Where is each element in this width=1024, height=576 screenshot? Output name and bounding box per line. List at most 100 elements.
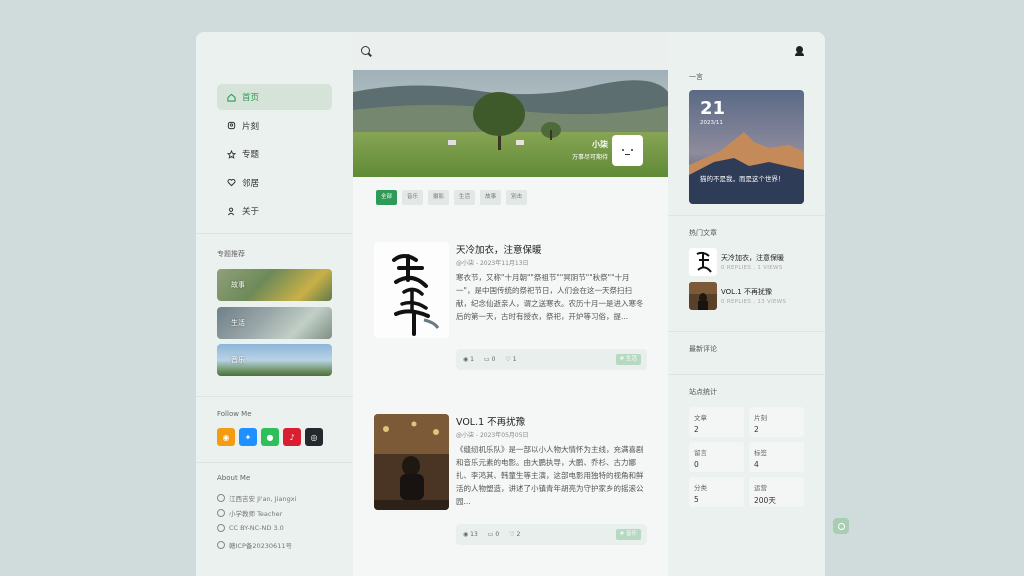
tab-all[interactable]: 全部	[376, 190, 398, 205]
stat-categories: 分类 5	[689, 477, 744, 507]
nav-label: 关于	[242, 207, 260, 218]
main-content: 小柒 万事尽可期待 全部 音乐 摄影 生活 故事 別击 天冷加衣，注意保暖 @小…	[353, 32, 668, 576]
theme-toggle-button[interactable]	[833, 518, 849, 534]
stat-messages: 留言 0	[689, 442, 744, 472]
hot-title: 热门文章	[689, 229, 717, 237]
calligraphy-image	[392, 254, 440, 336]
post-excerpt: 《缝纫机乐队》是一部以小人物大情怀为主线，充满喜剧和音乐元素的电影。由大鹏执导，…	[456, 445, 644, 506]
nav-item-home[interactable]: 首页	[217, 84, 332, 110]
about-title: About Me	[217, 474, 251, 482]
post-meta: @小柒 - 2023年05月05日	[456, 432, 529, 439]
nav-label: 专题	[242, 150, 260, 161]
tab-other[interactable]: 別击	[506, 190, 528, 205]
tab-story[interactable]: 故事	[480, 190, 502, 205]
post-footer: ◉ 13 ▭ 0 ♡ 2 # 音乐	[456, 524, 647, 545]
post-footer: ◉ 1 ▭ 0 ♡ 1 # 生活	[456, 349, 647, 370]
topics-title: 专题推荐	[217, 250, 245, 258]
site-stats: 文章 2 片刻 2 留言 0 标签 4 分类 5 运营 200天	[689, 407, 804, 507]
post-title[interactable]: 天冷加衣，注意保暖	[456, 242, 542, 256]
hot-post-thumbnail	[689, 282, 717, 310]
post-tag[interactable]: # 音乐	[615, 529, 641, 540]
wechat-icon[interactable]: ●	[261, 428, 279, 446]
about-location: 江西吉安 Ji'an, Jiangxi	[217, 493, 296, 503]
comments-count: ▭ 0	[483, 356, 496, 363]
top-bar	[353, 32, 668, 70]
post-meta: @小柒 - 2023年11月13日	[456, 260, 529, 267]
topic-card-story[interactable]: 故事	[217, 269, 332, 301]
post-card[interactable]: VOL.1 不再扰豫 @小柒 - 2023年05月05日 《缝纫机乐队》是一部以…	[374, 414, 647, 546]
profile-name: 小柒	[592, 140, 608, 149]
comments-count: ▭ 0	[487, 531, 500, 538]
daily-title: 一言	[689, 73, 703, 81]
divider	[668, 374, 825, 375]
user-icon	[225, 205, 237, 217]
right-sidebar: 一言 21 2023/11 猫的不是我，而是这个世界！ 热门文章 天冷加衣，注意…	[668, 32, 825, 576]
views-count: ◉ 13	[463, 531, 478, 538]
likes-count[interactable]: ♡ 2	[509, 531, 520, 538]
avatar[interactable]	[612, 135, 643, 166]
hot-post-meta: 0 REPLIES , 13 VIEWS	[721, 299, 787, 305]
user-account-icon[interactable]	[795, 46, 804, 56]
tab-music[interactable]: 音乐	[402, 190, 424, 205]
netease-music-icon[interactable]: ♪	[283, 428, 301, 446]
category-tabs: 全部 音乐 摄影 生活 故事 別击	[376, 190, 528, 205]
tab-life[interactable]: 生活	[454, 190, 476, 205]
shield-icon	[217, 541, 225, 549]
topic-label: 音乐	[231, 356, 245, 364]
tab-photo[interactable]: 摄影	[428, 190, 450, 205]
main-nav: 首页 片刻 专题 邻居 关于	[217, 84, 332, 227]
likes-count[interactable]: ♡ 1	[505, 356, 516, 363]
hot-post-meta: 0 REPLIES , 1 VIEWS	[721, 265, 783, 271]
search-icon[interactable]	[361, 46, 370, 55]
nav-item-moments[interactable]: 片刻	[217, 113, 332, 139]
about-license: CC BY-NC-ND 3.0	[217, 524, 284, 532]
theme-icon	[837, 522, 845, 530]
nav-item-about[interactable]: 关于	[217, 198, 332, 224]
star-icon	[225, 148, 237, 160]
stats-title: 站点统计	[689, 388, 717, 396]
post-thumbnail[interactable]	[374, 414, 449, 510]
topic-card-life[interactable]: 生活	[217, 307, 332, 339]
post-title[interactable]: VOL.1 不再扰豫	[456, 414, 525, 428]
social-links: ◉ ✦ ● ♪ ◎	[217, 428, 323, 446]
divider	[196, 462, 353, 463]
about-icp[interactable]: 赣ICP备20230611号	[217, 540, 292, 550]
hot-post-item[interactable]: VOL.1 不再扰豫 0 REPLIES , 13 VIEWS	[689, 282, 809, 310]
qq-icon[interactable]: ✦	[239, 428, 257, 446]
location-icon	[217, 494, 225, 502]
comments-title: 最新评论	[689, 345, 717, 353]
post-thumbnail[interactable]	[374, 242, 449, 338]
daily-card: 21 2023/11 猫的不是我，而是这个世界！	[689, 90, 804, 204]
stat-tags: 标签 4	[749, 442, 804, 472]
hot-post-title: 天冷加衣，注意保暖	[721, 254, 784, 262]
nav-label: 片刻	[242, 121, 260, 132]
weibo-icon[interactable]: ◉	[217, 428, 235, 446]
topic-label: 生活	[231, 319, 245, 327]
post-card[interactable]: 天冷加衣，注意保暖 @小柒 - 2023年11月13日 寒衣节，又称"十月朝""…	[374, 242, 647, 372]
movie-still-image	[374, 414, 449, 510]
left-sidebar: 首页 片刻 专题 邻居 关于 专题推荐 故事 生活 音乐 Follow Me ◉…	[196, 32, 353, 576]
stat-articles: 文章 2	[689, 407, 744, 437]
copyright-icon	[217, 524, 225, 532]
hot-post-item[interactable]: 天冷加衣，注意保暖 0 REPLIES , 1 VIEWS	[689, 248, 809, 276]
home-icon	[225, 91, 237, 103]
post-excerpt: 寒衣节，又称"十月朝""祭祖节""冥阴节""秋祭""十月一"，是中国传统的祭祀节…	[456, 273, 644, 321]
nav-item-neighbors[interactable]: 邻居	[217, 170, 332, 196]
topic-card-music[interactable]: 音乐	[217, 344, 332, 376]
nav-item-topics[interactable]: 专题	[217, 141, 332, 167]
moment-icon	[225, 120, 237, 132]
year-month: 2023/11	[700, 120, 723, 126]
post-tag[interactable]: # 生活	[615, 354, 641, 365]
topic-label: 故事	[231, 281, 245, 289]
hot-post-title: VOL.1 不再扰豫	[721, 288, 772, 296]
nav-label: 首页	[242, 93, 260, 103]
job-icon	[217, 509, 225, 517]
profile-banner: 小柒 万事尽可期待	[353, 70, 668, 177]
github-icon[interactable]: ◎	[305, 428, 323, 446]
stat-moments: 片刻 2	[749, 407, 804, 437]
hot-post-thumbnail	[689, 248, 717, 276]
heart-icon	[225, 177, 237, 189]
views-count: ◉ 1	[463, 356, 474, 363]
divider	[668, 215, 825, 216]
app-shell: 首页 片刻 专题 邻居 关于 专题推荐 故事 生活 音乐 Follow Me ◉…	[196, 32, 825, 576]
